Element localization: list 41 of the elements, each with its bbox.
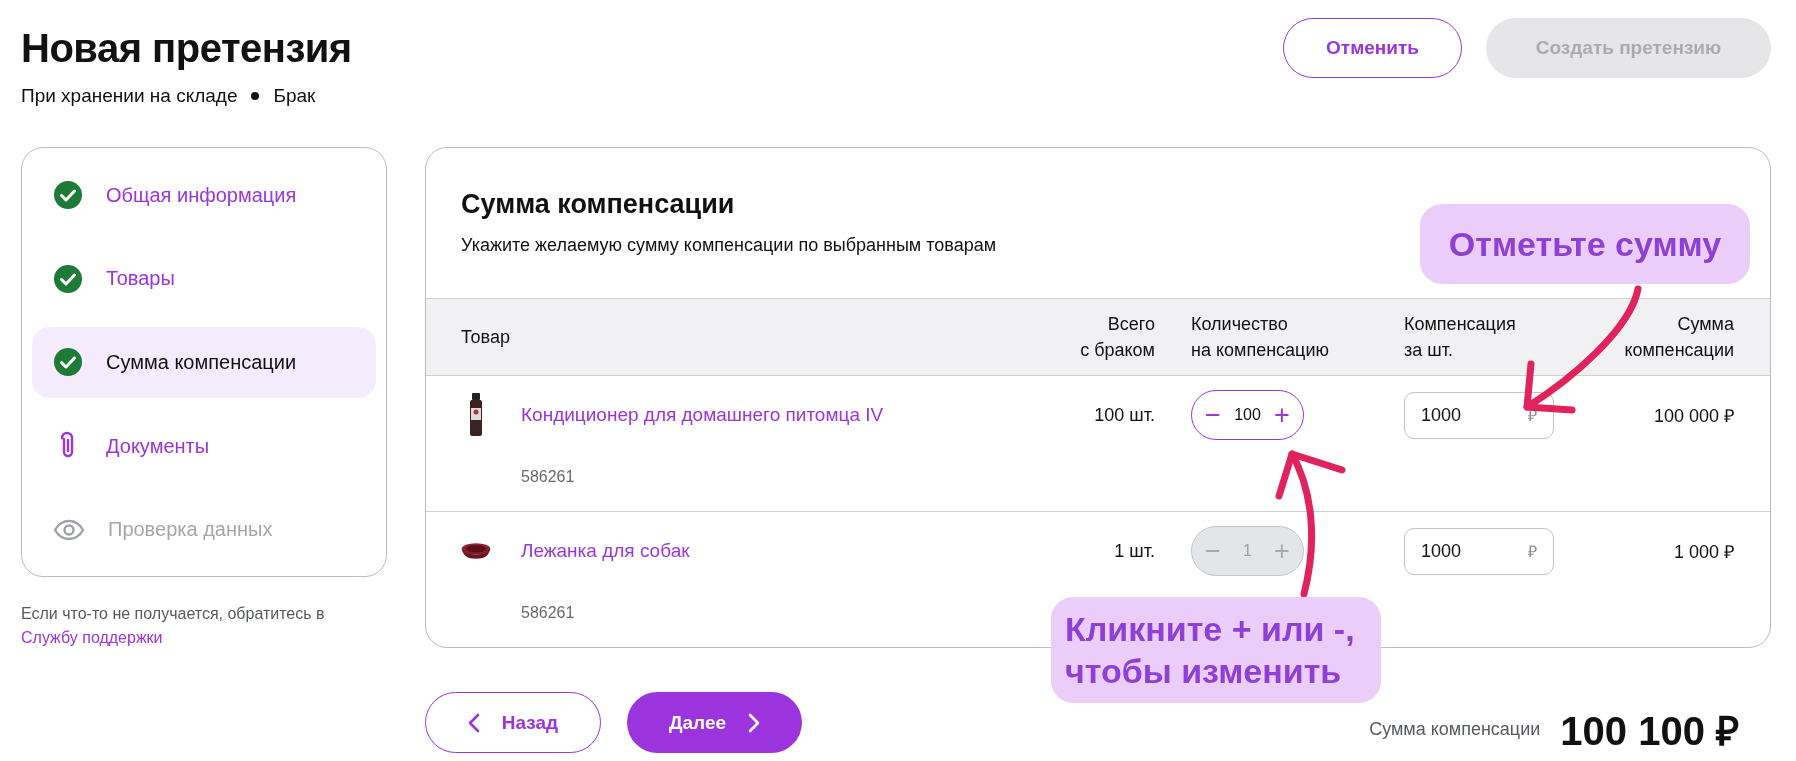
step-item[interactable]: Сумма компенсации (32, 327, 376, 398)
compensation-sum: 100 000 ₽ (1653, 405, 1734, 427)
help-text: Если что-то не получается, обратитесь в Службу поддержки (21, 604, 326, 648)
page-title: Новая претензия (21, 26, 352, 70)
claim-type-label: При хранении на складе (21, 84, 238, 108)
support-link[interactable]: Службу поддержки (21, 629, 163, 646)
chevron-right-icon (748, 712, 761, 733)
check-circle-icon (53, 180, 83, 211)
minus-button[interactable]: − (1202, 401, 1224, 429)
plus-button[interactable]: + (1271, 401, 1293, 429)
next-button[interactable]: Далее (627, 692, 802, 753)
back-button[interactable]: Назад (425, 692, 601, 753)
step-item[interactable]: Товары (32, 243, 376, 315)
total-amount: 100 100 ₽ (1560, 708, 1739, 755)
column-header: Сумма компенсации (1623, 313, 1734, 362)
column-header: Всего с браком (1079, 313, 1155, 362)
separator-dot (251, 92, 260, 100)
chevron-left-icon (467, 712, 480, 733)
total-quantity: 1 шт. (1114, 540, 1155, 562)
compensation-sum: 1 000 ₽ (1673, 541, 1734, 563)
quantity-stepper[interactable]: − 100 + (1191, 390, 1304, 440)
check-circle-icon (53, 263, 83, 294)
product-link[interactable]: Кондиционер для домашнего питомца IV (521, 404, 884, 426)
claim-type-label: Брак (273, 84, 316, 108)
cancel-button[interactable]: Отменить (1283, 18, 1462, 78)
step-item[interactable]: Документы (32, 410, 376, 482)
column-header: Товар (461, 326, 511, 349)
hint-callout: Отметьте сумму (1420, 204, 1750, 284)
quantity-value: 1 (1243, 542, 1252, 560)
step-item[interactable]: Общая информация (32, 160, 376, 231)
product-sku: 586261 (521, 604, 576, 622)
section-title: Сумма компенсации (461, 188, 736, 221)
check-circle-icon (53, 347, 83, 378)
product-sku: 586261 (521, 468, 576, 486)
hint-callout: Кликните + или -, чтобы изменить (1051, 597, 1381, 703)
quantity-value: 100 (1234, 406, 1261, 424)
column-header: Компенсация за шт. (1404, 313, 1517, 362)
total-label: Сумма компенсации (1369, 719, 1541, 740)
total-quantity: 100 шт. (1094, 404, 1155, 426)
column-header: Количество на компенсацию (1190, 313, 1330, 362)
section-description: Укажите желаемую сумму компенсации по выбранным товарам (461, 234, 997, 257)
